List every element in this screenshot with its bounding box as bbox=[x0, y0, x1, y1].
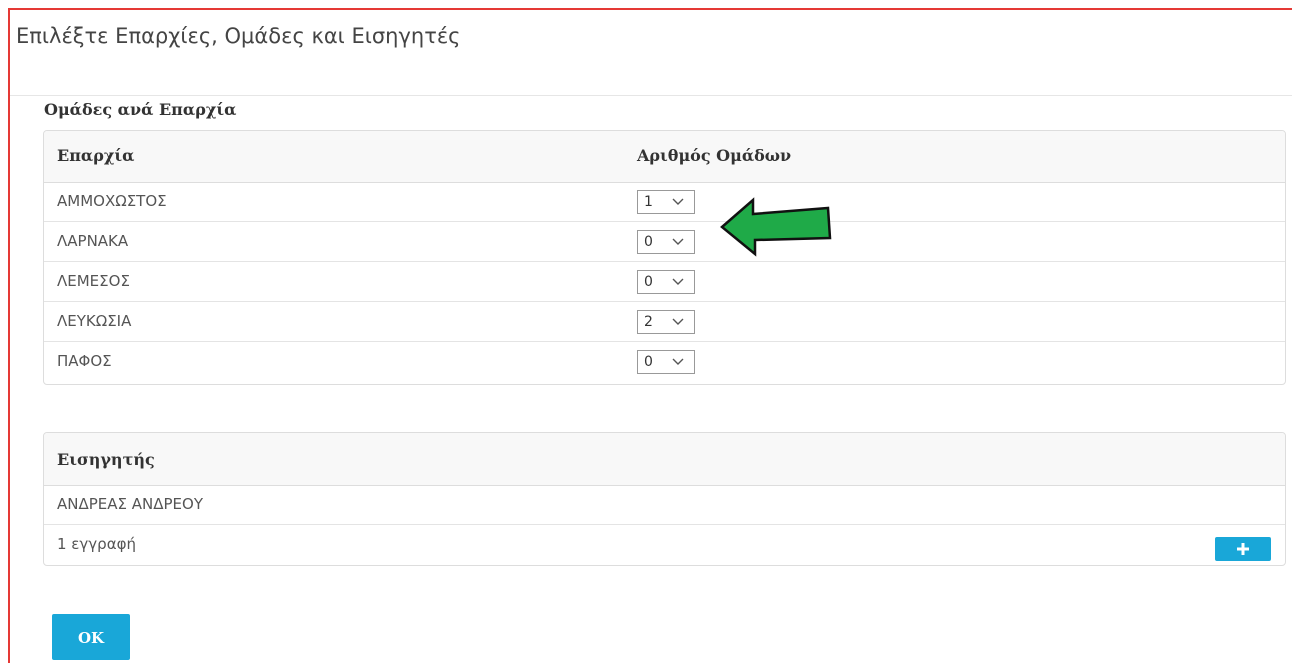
section-title-groups-per-region: Ομάδες ανά Επαρχία bbox=[44, 100, 237, 119]
group-count-select[interactable]: 1 bbox=[637, 190, 695, 214]
cropped-top-text bbox=[0, 0, 1292, 8]
table-row: ΛΕΥΚΩΣΙΑ 2 bbox=[44, 302, 1285, 342]
table-header: Επαρχία Αριθμός Ομάδων bbox=[44, 131, 1285, 183]
table-row[interactable]: ΑΝΔΡΕΑΣ ΑΝΔΡΕΟΥ bbox=[44, 485, 1285, 525]
table-footer: 1 εγγραφή bbox=[44, 525, 1285, 567]
rapporteur-name: ΑΝΔΡΕΑΣ ΑΝΔΡΕΟΥ bbox=[57, 495, 204, 513]
select-value: 0 bbox=[644, 234, 653, 250]
table-row: ΛΑΡΝΑΚΑ 0 bbox=[44, 222, 1285, 262]
rapporteurs-table: Εισηγητής ΑΝΔΡΕΑΣ ΑΝΔΡΕΟΥ 1 εγγραφή bbox=[43, 432, 1286, 566]
add-rapporteur-button[interactable] bbox=[1215, 537, 1271, 561]
group-count-select[interactable]: 0 bbox=[637, 230, 695, 254]
select-value: 0 bbox=[644, 274, 653, 290]
green-arrow-annotation-icon bbox=[720, 197, 832, 257]
region-name: ΛΕΜΕΣΟΣ bbox=[57, 272, 130, 290]
chevron-down-icon bbox=[672, 358, 684, 365]
region-name: ΠΑΦΟΣ bbox=[57, 352, 112, 370]
modal-title: Επιλέξτε Επαρχίες, Ομάδες και Εισηγητές bbox=[16, 24, 461, 48]
table-row: ΑΜΜΟΧΩΣΤΟΣ 1 bbox=[44, 182, 1285, 222]
select-value: 1 bbox=[644, 194, 653, 210]
regions-table: Επαρχία Αριθμός Ομάδων ΑΜΜΟΧΩΣΤΟΣ 1 ΛΑΡΝ… bbox=[43, 130, 1286, 385]
chevron-down-icon bbox=[672, 198, 684, 205]
chevron-down-icon bbox=[672, 318, 684, 325]
chevron-down-icon bbox=[672, 238, 684, 245]
region-name: ΛΑΡΝΑΚΑ bbox=[57, 232, 129, 250]
ok-button[interactable]: OK bbox=[52, 614, 130, 660]
column-header-rapporteur: Εισηγητής bbox=[57, 450, 155, 469]
table-row: ΠΑΦΟΣ 0 bbox=[44, 342, 1285, 382]
column-header-region: Επαρχία bbox=[57, 146, 135, 165]
table-row: ΛΕΜΕΣΟΣ 0 bbox=[44, 262, 1285, 302]
select-value: 2 bbox=[644, 314, 653, 330]
select-value: 0 bbox=[644, 354, 653, 370]
region-name: ΛΕΥΚΩΣΙΑ bbox=[57, 312, 132, 330]
table-header: Εισηγητής bbox=[44, 433, 1285, 486]
chevron-down-icon bbox=[672, 278, 684, 285]
group-count-select[interactable]: 2 bbox=[637, 310, 695, 334]
group-count-select[interactable]: 0 bbox=[637, 350, 695, 374]
modal-header: Επιλέξτε Επαρχίες, Ομάδες και Εισηγητές bbox=[10, 10, 1292, 96]
plus-icon bbox=[1237, 543, 1249, 555]
column-header-group-count: Αριθμός Ομάδων bbox=[637, 146, 792, 165]
region-name: ΑΜΜΟΧΩΣΤΟΣ bbox=[57, 192, 167, 210]
group-count-select[interactable]: 0 bbox=[637, 270, 695, 294]
record-count: 1 εγγραφή bbox=[57, 535, 136, 553]
